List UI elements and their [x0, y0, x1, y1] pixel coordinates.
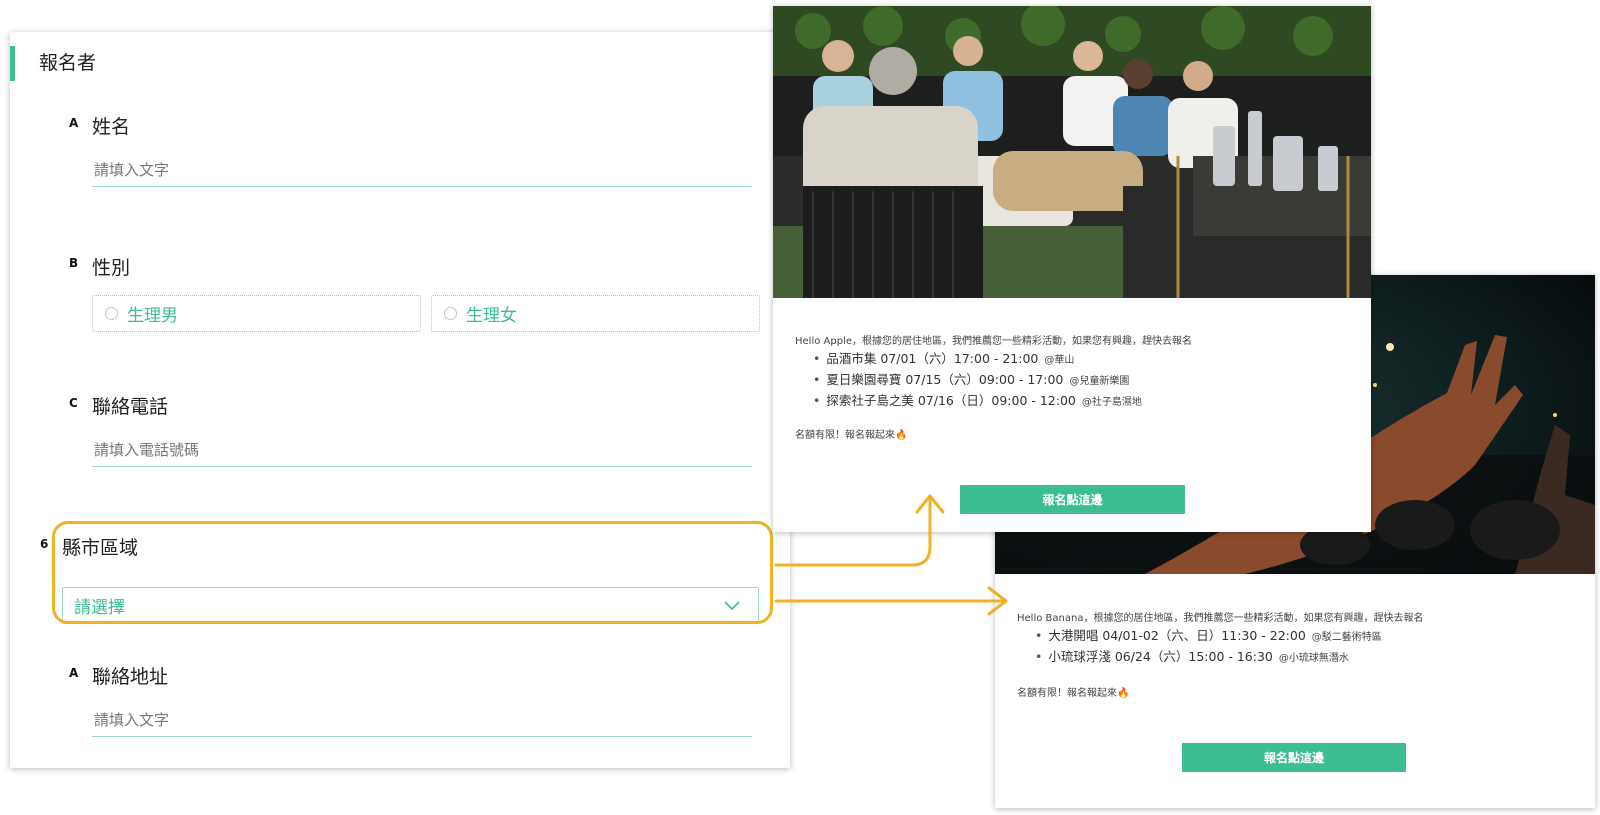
email-preview-apple: Hello Apple，根據您的居住地區，我們推薦您一些精彩活動，如果您有興趣，… [773, 6, 1371, 532]
radio-option-male[interactable]: 生理男 [92, 295, 421, 332]
radio-option-female[interactable]: 生理女 [431, 295, 760, 332]
radio-circle-icon [105, 307, 118, 320]
event-venue: @華山 [1044, 355, 1075, 366]
question-letter: B [69, 256, 79, 270]
question-letter: A [69, 116, 79, 130]
event-item: 夏日樂園尋寶 07/15（六）09:00 - 17:00 @兒童新樂園 [813, 370, 1142, 391]
register-button[interactable]: 報名點這邊 [1182, 743, 1406, 772]
event-item: 大港開唱 04/01-02（六、日）11:30 - 22:00 @駁二藝術特區 [1035, 626, 1382, 647]
email-greeting: Hello Apple，根據您的居住地區，我們推薦您一些精彩活動，如果您有興趣，… [795, 336, 1192, 347]
event-venue: @社子島濕地 [1081, 397, 1142, 408]
event-item: 探索社子島之美 07/16（日）09:00 - 12:00 @社子島濕地 [813, 391, 1142, 412]
event-text: 夏日樂園尋寶 07/15（六）09:00 - 17:00 [826, 372, 1064, 387]
question-label-phone: 聯絡電話 [92, 396, 169, 418]
radio-circle-icon [444, 307, 457, 320]
event-text: 大港開唱 04/01-02（六、日）11:30 - 22:00 [1048, 628, 1306, 643]
event-list: 品酒市集 07/01（六）17:00 - 21:00 @華山 夏日樂園尋寶 07… [813, 349, 1142, 412]
register-button[interactable]: 報名點這邊 [960, 485, 1185, 514]
question-label-address: 聯絡地址 [92, 666, 169, 688]
limited-seats-note: 名額有限！報名報起來🔥 [1017, 688, 1130, 699]
event-venue: @駁二藝術特區 [1311, 632, 1382, 643]
event-list: 大港開唱 04/01-02（六、日）11:30 - 22:00 @駁二藝術特區 … [1035, 626, 1382, 668]
address-input[interactable] [92, 703, 752, 737]
section-title: 報名者 [39, 52, 97, 74]
section-accent-bar [10, 46, 15, 81]
event-venue: @小琉球無潛水 [1278, 653, 1349, 664]
question-letter: A [69, 666, 79, 680]
event-item: 品酒市集 07/01（六）17:00 - 21:00 @華山 [813, 349, 1142, 370]
radio-label: 生理女 [466, 306, 517, 326]
chevron-down-icon [724, 600, 740, 610]
question-letter: C [69, 396, 78, 410]
limited-seats-note: 名額有限！報名報起來🔥 [795, 430, 908, 441]
region-select[interactable]: 請選擇 [62, 587, 759, 624]
event-venue: @兒童新樂園 [1069, 376, 1130, 387]
event-text: 品酒市集 07/01（六）17:00 - 21:00 [826, 351, 1039, 366]
name-input[interactable] [92, 153, 752, 187]
registration-form: 報名者 A 姓名 B 性別 生理男 生理女 C 聯絡電話 6 縣市區域 請選擇 … [10, 32, 790, 768]
question-label-region: 縣市區域 [62, 537, 139, 559]
question-letter: 6 [40, 537, 49, 551]
event-text: 小琉球浮淺 06/24（六）15:00 - 16:30 [1048, 649, 1273, 664]
party-photo [773, 6, 1371, 298]
phone-input[interactable] [92, 433, 752, 467]
question-label-gender: 性別 [92, 257, 131, 279]
event-text: 探索社子島之美 07/16（日）09:00 - 12:00 [826, 393, 1076, 408]
question-label-name: 姓名 [92, 116, 131, 138]
email-greeting: Hello Banana，根據您的居住地區，我們推薦您一些精彩活動，如果您有興趣… [1017, 613, 1424, 624]
select-value: 請選擇 [74, 598, 125, 618]
event-item: 小琉球浮淺 06/24（六）15:00 - 16:30 @小琉球無潛水 [1035, 647, 1382, 668]
radio-label: 生理男 [127, 306, 178, 326]
